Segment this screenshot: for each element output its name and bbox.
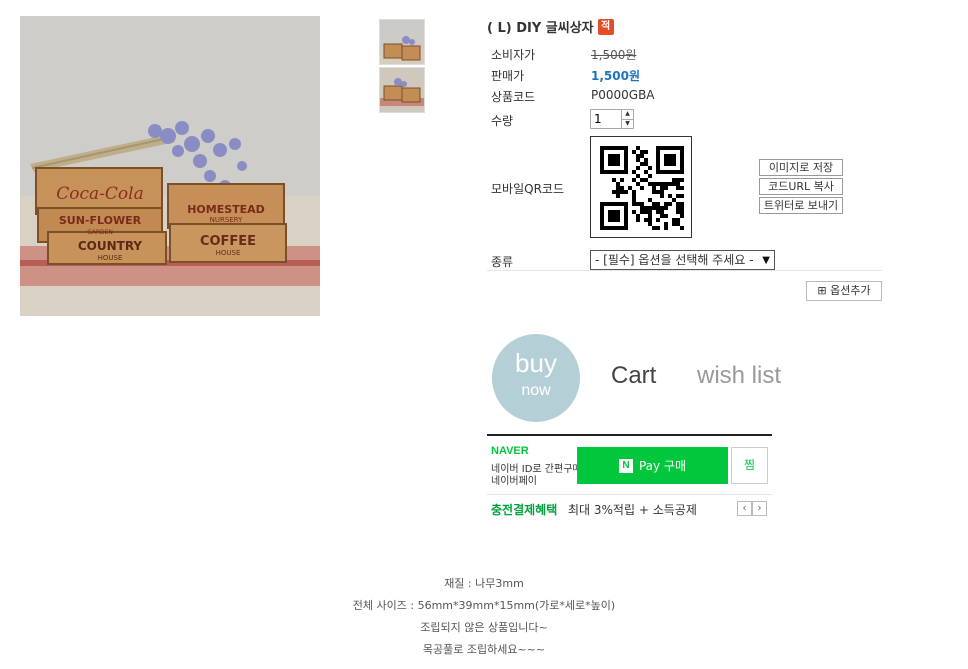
benefit-label: 충전결제혜택 xyxy=(491,503,558,517)
svg-text:HOUSE: HOUSE xyxy=(216,249,241,257)
qr-code xyxy=(590,136,692,238)
add-option-button[interactable]: ⊞ 옵션추가 xyxy=(806,281,882,301)
quantity-stepper: ▲ ▼ xyxy=(590,109,634,129)
product-code-label: 상품코드 xyxy=(491,90,536,104)
product-title-text: ( L) DIY 글씨상자 xyxy=(487,21,594,36)
thumbnail-1-image xyxy=(380,20,424,64)
send-twitter-button[interactable]: 트위터로 보내기 xyxy=(759,197,843,214)
next-arrow-icon[interactable]: › xyxy=(752,501,767,516)
svg-text:GARDEN: GARDEN xyxy=(87,229,113,236)
qr-code-image xyxy=(600,146,684,230)
thumbnail-2[interactable] xyxy=(379,67,425,113)
save-image-button[interactable]: 이미지로 저장 xyxy=(759,159,843,176)
product-title: ( L) DIY 글씨상자 적 xyxy=(487,17,614,36)
buy-now-sub-label: now xyxy=(521,382,551,399)
product-code-value: P0000GBA xyxy=(591,88,655,102)
npay-desc-line2: 네이버페이 xyxy=(491,476,537,487)
npay-buy-button[interactable]: N Pay 구매 xyxy=(577,447,728,484)
add-option-label: 옵션추가 xyxy=(830,284,871,297)
npay-divider xyxy=(487,494,772,495)
product-main-image: Coca-Cola SUN-FLOWER GARDEN COUNTRY HOUS… xyxy=(20,16,320,316)
quantity-down-icon[interactable]: ▼ xyxy=(622,118,633,129)
naver-n-icon: N xyxy=(618,458,633,473)
option-select[interactable]: - [필수] 옵션을 선택해 주세요 - ▼ xyxy=(590,250,775,270)
option-label: 종류 xyxy=(491,255,514,269)
description-line-3: 조립되지 않은 상품입니다~ xyxy=(420,621,548,634)
zzim-button[interactable]: 찜 xyxy=(731,447,768,484)
quantity-input[interactable] xyxy=(591,110,621,128)
copy-url-button[interactable]: 코드URL 복사 xyxy=(759,178,843,195)
wish-list-button[interactable]: wish list xyxy=(697,362,781,390)
reward-badge: 적 xyxy=(597,18,614,35)
consumer-price-value: 1,500원 xyxy=(591,48,637,62)
svg-text:COUNTRY: COUNTRY xyxy=(78,239,143,253)
prev-arrow-icon[interactable]: ‹ xyxy=(737,501,752,516)
cart-button[interactable]: Cart xyxy=(611,362,656,390)
thumbnail-1[interactable] xyxy=(379,19,425,65)
svg-text:Coca-Cola: Coca-Cola xyxy=(56,184,143,204)
description-line-1: 재질 : 나무3mm xyxy=(444,577,524,590)
npay-top-line xyxy=(487,434,772,436)
svg-text:NURSERY: NURSERY xyxy=(210,216,244,224)
svg-text:COFFEE: COFFEE xyxy=(200,234,256,249)
naver-logo: NAVER xyxy=(491,445,529,457)
benefit-text: 최대 3%적립 + 소득공제 xyxy=(568,503,697,517)
chevron-down-icon: ▼ xyxy=(762,255,770,266)
qr-code-label: 모바일QR코드 xyxy=(491,182,564,196)
sale-price-value: 1,500원 xyxy=(591,69,640,83)
npay-buy-label: Pay 구매 xyxy=(638,459,687,473)
svg-text:HOUSE: HOUSE xyxy=(98,254,123,262)
option-divider xyxy=(487,270,882,271)
consumer-price-label: 소비자가 xyxy=(491,48,536,62)
sale-price-label: 판매가 xyxy=(491,69,525,83)
plus-box-icon: ⊞ xyxy=(817,284,827,297)
quantity-label: 수량 xyxy=(491,114,514,128)
quantity-up-icon[interactable]: ▲ xyxy=(622,110,633,119)
buy-now-label: buy xyxy=(515,348,557,378)
description-line-4: 목공풀로 조립하세요~~~ xyxy=(422,643,546,656)
buy-now-button[interactable]: buy now xyxy=(492,334,580,422)
svg-text:SUN-FLOWER: SUN-FLOWER xyxy=(59,214,142,227)
product-photo: Coca-Cola SUN-FLOWER GARDEN COUNTRY HOUS… xyxy=(20,16,320,316)
option-select-value: - [필수] 옵션을 선택해 주세요 - xyxy=(595,253,754,267)
description-line-2: 전체 사이즈 : 56mm*39mm*15mm(가로*세로*높이) xyxy=(352,599,616,612)
thumbnail-2-image xyxy=(380,68,424,112)
svg-text:HOMESTEAD: HOMESTEAD xyxy=(187,203,265,216)
